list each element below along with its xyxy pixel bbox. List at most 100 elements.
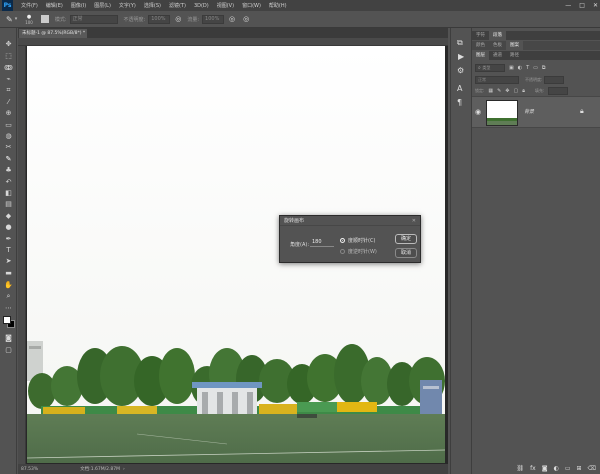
red-eye-tool-icon[interactable]: ✂ bbox=[4, 143, 13, 152]
tab-channels[interactable]: 通道 bbox=[489, 51, 506, 60]
screen-mode-icon[interactable]: ▢ bbox=[4, 346, 13, 355]
zoom-tool-icon[interactable]: ⌕ bbox=[4, 292, 13, 301]
foreground-color-swatch[interactable] bbox=[3, 316, 11, 324]
shape-tool-icon[interactable]: ▬ bbox=[4, 269, 13, 278]
maximize-button[interactable]: □ bbox=[579, 2, 585, 9]
brush-panel-toggle-icon[interactable] bbox=[40, 15, 49, 23]
menu-type[interactable]: 文字(Y) bbox=[119, 2, 136, 9]
filter-adjust-icon[interactable]: ◐ bbox=[518, 65, 522, 71]
trash-icon[interactable]: ⌫ bbox=[588, 465, 596, 472]
menu-view[interactable]: 视图(V) bbox=[217, 2, 234, 9]
menu-file[interactable]: 文件(F) bbox=[21, 2, 38, 9]
filter-pixel-icon[interactable]: ▣ bbox=[509, 65, 514, 71]
close-window-button[interactable]: ✕ bbox=[593, 2, 598, 9]
layer-kind-select[interactable]: ⌕ 类型 bbox=[475, 63, 505, 72]
layer-row[interactable]: ◉ 背景 🔒︎ bbox=[472, 96, 600, 128]
patch-tool-icon[interactable]: ◍ bbox=[4, 132, 13, 141]
move-tool-icon[interactable]: ✥ bbox=[4, 40, 13, 49]
add-mask-icon[interactable]: ◙ bbox=[542, 465, 548, 472]
paragraph-panel-icon[interactable]: ¶ bbox=[457, 98, 462, 107]
zoom-level[interactable]: 87.53% bbox=[21, 467, 38, 472]
fill-field[interactable] bbox=[548, 86, 569, 95]
opacity-field[interactable]: 100% bbox=[148, 14, 171, 24]
tab-layers[interactable]: 图层 bbox=[472, 51, 489, 60]
crop-tool-icon[interactable]: ⌗ bbox=[4, 86, 13, 95]
counterclockwise-radio[interactable] bbox=[340, 249, 345, 254]
lock-position-icon[interactable]: ✥ bbox=[505, 88, 509, 94]
clone-stamp-tool-icon[interactable]: ♣ bbox=[4, 166, 13, 175]
filter-shape-icon[interactable]: ▭ bbox=[533, 65, 538, 71]
link-layers-icon[interactable]: ⛓ bbox=[516, 465, 524, 472]
tab-patterns[interactable]: 图案 bbox=[506, 41, 523, 50]
lock-artboard-icon[interactable]: ▢ bbox=[514, 88, 519, 94]
history-brush-tool-icon[interactable]: ↶ bbox=[4, 178, 13, 187]
chevron-down-icon[interactable]: ▾ bbox=[15, 16, 18, 22]
status-menu-arrow-icon[interactable]: › bbox=[123, 467, 125, 472]
blend-mode-select[interactable]: 正常 bbox=[475, 75, 519, 84]
pressure-size-icon[interactable]: ◎ bbox=[243, 15, 249, 23]
tab-color[interactable]: 颜色 bbox=[472, 41, 489, 50]
eyedropper-tool-icon[interactable]: ⁄ bbox=[4, 98, 13, 107]
clockwise-option[interactable]: 度顺时针(C) bbox=[340, 237, 375, 244]
eye-icon[interactable]: ◉ bbox=[475, 108, 481, 116]
eraser-tool-icon[interactable]: ◧ bbox=[4, 189, 13, 198]
airbrush-icon[interactable]: ◎ bbox=[229, 15, 235, 23]
lasso-tool-icon[interactable]: ↂ bbox=[4, 64, 13, 73]
hand-tool-icon[interactable]: ✋ bbox=[4, 281, 13, 290]
blur-tool-icon[interactable]: ◆ bbox=[4, 212, 13, 221]
mode-select[interactable]: 正常 bbox=[69, 14, 118, 24]
vertical-ruler[interactable] bbox=[18, 46, 26, 464]
quick-select-tool-icon[interactable]: ⌁ bbox=[4, 75, 13, 84]
more-tools-icon[interactable]: ⋯ bbox=[4, 304, 13, 313]
dodge-tool-icon[interactable]: ● bbox=[4, 223, 13, 232]
doc-info[interactable]: 文档:1.67M/2.87M bbox=[80, 466, 120, 472]
flow-field[interactable]: 100% bbox=[202, 14, 225, 24]
quick-mask-icon[interactable]: ◙ bbox=[4, 334, 13, 343]
adjustment-layer-icon[interactable]: ◐ bbox=[554, 465, 559, 472]
menu-layer[interactable]: 图层(L) bbox=[94, 2, 111, 9]
cancel-button[interactable]: 取消 bbox=[395, 248, 417, 258]
menu-select[interactable]: 选择(S) bbox=[144, 2, 161, 9]
fx-icon[interactable]: fx bbox=[530, 465, 536, 472]
filter-smart-icon[interactable]: ⧉ bbox=[542, 65, 546, 71]
menu-edit[interactable]: 编辑(E) bbox=[46, 2, 63, 9]
actions-panel-icon[interactable]: ▶ bbox=[458, 52, 464, 61]
minimize-button[interactable]: — bbox=[565, 2, 571, 9]
new-layer-icon[interactable]: ⊞ bbox=[576, 465, 581, 472]
dialog-close-icon[interactable]: ✕ bbox=[412, 216, 416, 226]
menu-3d[interactable]: 3D(D) bbox=[194, 3, 209, 9]
new-group-icon[interactable]: ▭ bbox=[565, 465, 571, 472]
properties-panel-icon[interactable]: ⚙ bbox=[457, 66, 464, 75]
ok-button[interactable]: 确定 bbox=[395, 234, 417, 244]
brush-size-picker[interactable]: ● 100 bbox=[25, 14, 33, 25]
tab-paths[interactable]: 路径 bbox=[506, 51, 523, 60]
layer-opacity-field[interactable] bbox=[544, 75, 565, 84]
lock-all-icon[interactable]: 🔒︎ bbox=[522, 88, 525, 94]
path-select-tool-icon[interactable]: ➤ bbox=[4, 257, 13, 266]
menu-window[interactable]: 窗口(W) bbox=[242, 2, 261, 9]
pen-tool-icon[interactable]: ✒ bbox=[4, 235, 13, 244]
menu-filter[interactable]: 滤镜(T) bbox=[169, 2, 186, 9]
tab-swatches[interactable]: 色板 bbox=[489, 41, 506, 50]
lock-pixels-icon[interactable]: ▦ bbox=[488, 88, 493, 94]
gradient-tool-icon[interactable]: ▤ bbox=[4, 200, 13, 209]
tab-paragraph[interactable]: 段落 bbox=[489, 31, 506, 40]
horizontal-ruler[interactable] bbox=[18, 38, 448, 46]
menu-help[interactable]: 帮助(H) bbox=[269, 2, 287, 9]
dialog-title-bar[interactable]: 旋转画布 ✕ bbox=[280, 216, 420, 226]
lock-paint-icon[interactable]: ✎ bbox=[497, 88, 501, 94]
angle-input[interactable]: 180 bbox=[310, 239, 334, 247]
brush-tool-preset-icon[interactable]: ✎ bbox=[6, 15, 13, 24]
marquee-tool-icon[interactable]: ⬚ bbox=[4, 52, 13, 61]
counterclockwise-option[interactable]: 度逆时针(W) bbox=[340, 248, 377, 255]
clockwise-radio[interactable] bbox=[340, 238, 345, 243]
history-panel-icon[interactable]: ⧉ bbox=[457, 38, 463, 48]
menu-image[interactable]: 图像(I) bbox=[71, 2, 86, 9]
tab-character[interactable]: 字符 bbox=[472, 31, 489, 40]
filter-type-icon[interactable]: T bbox=[526, 65, 529, 71]
brush-tool-icon[interactable]: ✎ bbox=[4, 155, 13, 164]
layer-name[interactable]: 背景 bbox=[524, 108, 534, 115]
pressure-opacity-icon[interactable]: ◎ bbox=[175, 15, 181, 23]
stamp-3d-tool-icon[interactable]: ▭ bbox=[4, 121, 13, 130]
document-tab[interactable]: 未标题-1 @ 87.5%(RGB/8*) * × bbox=[19, 29, 87, 38]
